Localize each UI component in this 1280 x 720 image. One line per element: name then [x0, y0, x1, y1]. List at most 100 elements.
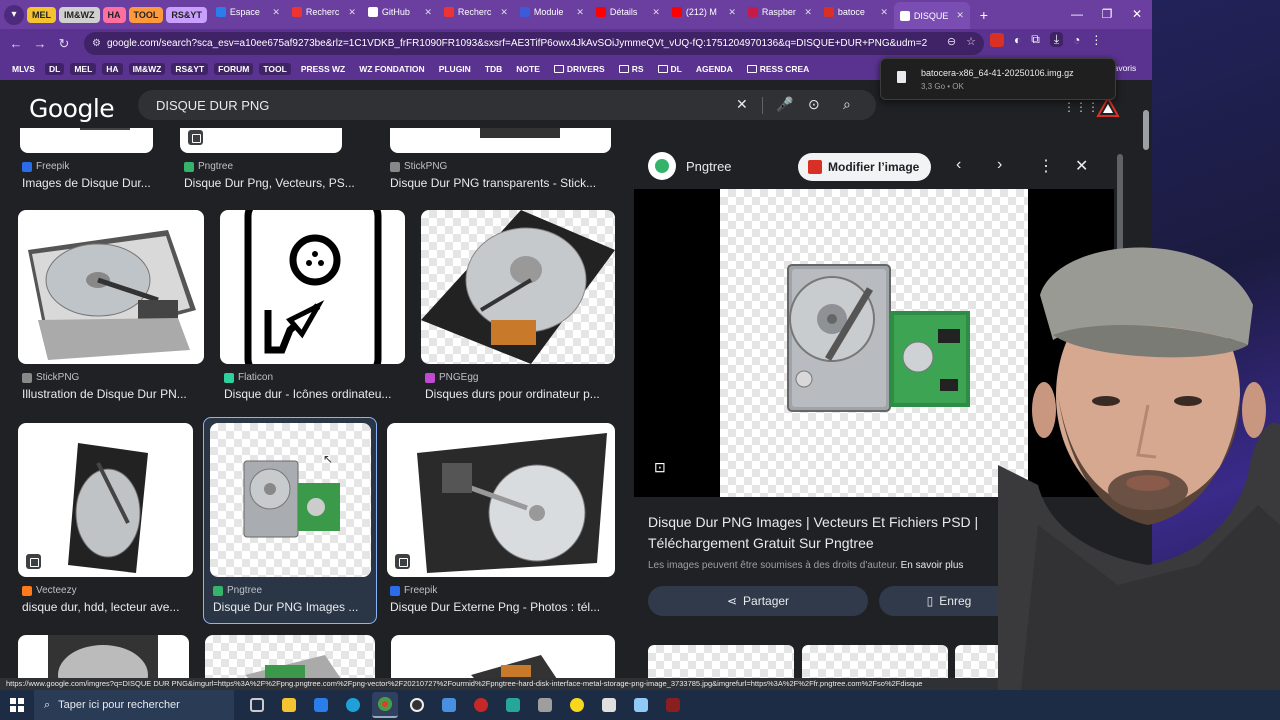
app-red-icon[interactable]: [468, 692, 494, 718]
lens-search-icon[interactable]: ⊙: [808, 96, 820, 113]
result-source[interactable]: StickPNG: [22, 372, 79, 383]
close-panel-icon[interactable]: ✕: [1075, 156, 1088, 176]
tab-close-icon[interactable]: ✕: [880, 7, 888, 18]
reload-icon[interactable]: ↻: [52, 36, 76, 52]
result-title[interactable]: Illustration de Disque Dur PN...: [22, 387, 197, 401]
menu-kebab-icon[interactable]: ⋮: [1090, 33, 1102, 47]
page-scrollbar[interactable]: [1143, 110, 1149, 150]
result-title[interactable]: Disques durs pour ordinateur p...: [425, 387, 613, 401]
bookmark-forum[interactable]: FORUM: [214, 63, 254, 75]
app-dark-red-icon[interactable]: [660, 692, 686, 718]
app-white-icon[interactable]: [596, 692, 622, 718]
google-logo[interactable]: Google: [29, 94, 115, 123]
chrome-icon[interactable]: [372, 692, 398, 718]
result-thumbnail[interactable]: [180, 128, 342, 153]
tab-close-icon[interactable]: ✕: [576, 7, 584, 18]
tab-close-icon[interactable]: ✕: [500, 7, 508, 18]
extension-icon[interactable]: ◐: [1014, 33, 1021, 47]
app-blue-icon[interactable]: [436, 692, 462, 718]
edit-image-button[interactable]: Modifier l’image: [798, 153, 932, 181]
apps-grid-icon[interactable]: ⋮⋮⋮: [1063, 100, 1099, 114]
zoom-icon[interactable]: ⊖: [947, 35, 956, 48]
result-title[interactable]: Disque Dur Png, Vecteurs, PS...: [184, 176, 369, 190]
tab-group-im-wz[interactable]: IM&WZ: [59, 6, 100, 23]
obs-icon[interactable]: [404, 692, 430, 718]
bookmark-im-wz[interactable]: IM&WZ: [128, 63, 166, 75]
bookmark-note[interactable]: NOTE: [512, 63, 544, 75]
result-source[interactable]: Pngtree: [213, 585, 262, 596]
tab-search-button[interactable]: ▾: [4, 4, 24, 25]
result-source[interactable]: Vecteezy: [22, 585, 77, 596]
tab-close-icon[interactable]: ✕: [348, 7, 356, 18]
mic-icon[interactable]: 🎤: [776, 96, 793, 113]
bookmark-ha[interactable]: HA: [102, 63, 123, 75]
panel-title[interactable]: Disque Dur PNG Images | Vecteurs Et Fich…: [648, 512, 988, 554]
result-source[interactable]: StickPNG: [390, 161, 447, 172]
bookmark-rs[interactable]: RS: [615, 63, 648, 75]
minimize-button[interactable]: —: [1062, 0, 1092, 29]
notepad-icon[interactable]: [628, 692, 654, 718]
result-thumbnail[interactable]: [18, 635, 189, 678]
related-image[interactable]: [802, 645, 948, 678]
download-popup[interactable]: batocera-x86_64-41-20250106.img.gz 3,3 G…: [880, 58, 1116, 100]
bookmark-tdb[interactable]: TDB: [481, 63, 506, 75]
result-source[interactable]: Freepik: [22, 161, 69, 172]
tab-close-icon[interactable]: ✕: [728, 7, 736, 18]
url-text[interactable]: google.com/search?sca_esv=a10ee675af9273…: [107, 38, 927, 49]
bookmark-dl[interactable]: DL: [44, 63, 65, 75]
result-thumbnail[interactable]: [18, 210, 204, 364]
panel-source[interactable]: Pngtree: [686, 159, 732, 174]
tab-group-ha[interactable]: HA: [102, 6, 126, 23]
file-explorer-icon[interactable]: [276, 692, 302, 718]
result-title[interactable]: Disque Dur PNG transparents - Stick...: [390, 176, 612, 190]
share-button[interactable]: ⋖ Partager: [648, 586, 868, 616]
site-info-icon[interactable]: ⚙: [92, 38, 101, 49]
result-source[interactable]: Flaticon: [224, 372, 273, 383]
result-thumbnail[interactable]: [387, 423, 615, 577]
result-thumbnail[interactable]: [18, 423, 193, 577]
result-thumbnail[interactable]: [205, 635, 375, 678]
puzzle-icon[interactable]: ⧉: [1031, 32, 1040, 47]
task-view-icon[interactable]: [244, 692, 270, 718]
tab-close-icon[interactable]: ✕: [956, 10, 964, 21]
bookmark-drivers[interactable]: DRIVERS: [550, 63, 609, 75]
result-thumbnail[interactable]: [390, 128, 611, 153]
download-icon[interactable]: ⤓: [1049, 32, 1064, 47]
browser-tab[interactable]: DISQUE ✕: [893, 2, 970, 29]
bookmark-star-icon[interactable]: ☆: [966, 35, 976, 48]
bookmark-rs-yt[interactable]: RS&YT: [171, 63, 209, 75]
taskbar-search-placeholder[interactable]: Taper ici pour rechercher: [58, 699, 180, 711]
download-filename[interactable]: batocera-x86_64-41-20250106.img.gz: [921, 68, 1074, 78]
tab-close-icon[interactable]: ✕: [804, 7, 812, 18]
forward-icon[interactable]: →: [28, 36, 52, 51]
edge-icon[interactable]: [340, 692, 366, 718]
google-lens-icon[interactable]: ⊡: [654, 459, 672, 477]
preview-image[interactable]: [720, 189, 1028, 497]
browser-tab[interactable]: Raspber ✕: [742, 0, 818, 24]
close-window-button[interactable]: ✕: [1122, 0, 1152, 29]
search-box[interactable]: DISQUE DUR PNG ✕ 🎤 ⊙ ⌕: [138, 90, 876, 120]
restore-button[interactable]: ❐: [1092, 0, 1122, 29]
bookmark-wz-fondation[interactable]: WZ FONDATION: [355, 63, 428, 75]
bookmark-press-wz[interactable]: PRESS WZ: [297, 63, 349, 75]
result-title[interactable]: Disque Dur Externe Png - Photos : tél...: [390, 600, 612, 614]
browser-tab[interactable]: Détails ✕: [590, 0, 666, 24]
result-thumbnail[interactable]: [391, 635, 615, 678]
bookmark-agenda[interactable]: AGENDA: [692, 63, 737, 75]
result-source[interactable]: Freepik: [390, 585, 437, 596]
browser-tab[interactable]: Espace ✕: [210, 0, 286, 24]
tab-close-icon[interactable]: ✕: [652, 7, 660, 18]
previous-icon[interactable]: ‹: [956, 156, 961, 174]
result-thumbnail[interactable]: [421, 210, 615, 364]
pngtree-logo[interactable]: [648, 152, 676, 180]
start-button[interactable]: [0, 690, 34, 720]
profile-icon[interactable]: ◔: [1073, 33, 1080, 47]
tab-group-rs-yt[interactable]: RS&YT: [166, 6, 207, 23]
new-tab-button[interactable]: +: [973, 7, 995, 23]
bookmark-ress-crea[interactable]: RESS CREA: [743, 63, 814, 75]
bookmark-plugin[interactable]: PLUGIN: [435, 63, 475, 75]
mail-icon[interactable]: [308, 692, 334, 718]
extension-new-icon[interactable]: [990, 32, 1004, 47]
address-bar[interactable]: ⚙ google.com/search?sca_esv=a10ee675af92…: [84, 32, 984, 55]
next-icon[interactable]: ›: [997, 156, 1002, 174]
